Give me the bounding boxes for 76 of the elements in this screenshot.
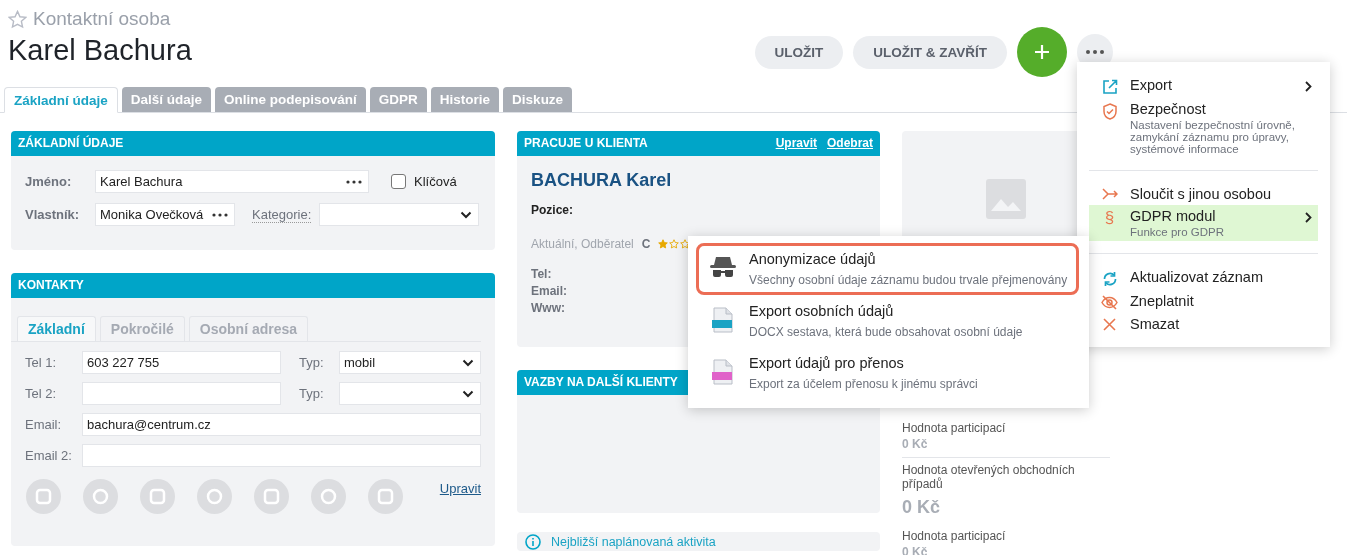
- menu-item[interactable]: Export: [1089, 74, 1318, 98]
- section-sign-icon: §: [1104, 210, 1115, 226]
- client-status: Aktuální, Odběratel: [531, 237, 634, 251]
- info-icon: [525, 534, 541, 550]
- owner-field[interactable]: Monika Ovečková: [95, 203, 235, 226]
- field-label: Typ:: [299, 355, 325, 370]
- value-label: Hodnota participací: [902, 529, 1007, 543]
- phone-field[interactable]: 603 227 755: [82, 351, 281, 374]
- email-field[interactable]: [82, 444, 481, 467]
- type-select[interactable]: mobil: [339, 351, 481, 374]
- chevron-down-icon: [462, 389, 474, 398]
- menu-item[interactable]: § GDPR modul Funkce pro GDPR: [1089, 205, 1318, 241]
- field-label: Tel:: [531, 267, 552, 281]
- name-field[interactable]: Karel Bachura: [95, 170, 369, 193]
- more-icon[interactable]: [346, 179, 362, 184]
- chevron-down-icon: [460, 210, 473, 219]
- save-button[interactable]: ULOŽIT: [754, 35, 844, 69]
- edit-link[interactable]: Upravit: [439, 481, 481, 496]
- social-icon[interactable]: [83, 479, 118, 514]
- client-category: C: [641, 237, 651, 251]
- field-label: Pozice:: [531, 203, 574, 217]
- field-label: Email 2:: [25, 448, 73, 463]
- social-icon[interactable]: [254, 479, 289, 514]
- value-label: Hodnota otevřených obchodních případů: [902, 463, 1076, 491]
- chevron-down-icon: [462, 358, 474, 367]
- incognito-icon: [709, 255, 737, 279]
- field-label: Jméno:: [25, 174, 73, 189]
- shield-icon: [1101, 103, 1118, 120]
- social-icon[interactable]: [140, 479, 175, 514]
- value-amount: 0 Kč: [902, 437, 929, 451]
- value-amount: 0 Kč: [902, 497, 942, 518]
- plus-icon: [1034, 44, 1050, 60]
- category-select[interactable]: [319, 203, 480, 226]
- page-title: Karel Bachura: [8, 34, 192, 67]
- add-button[interactable]: [1017, 27, 1067, 77]
- email-field[interactable]: bachura@centrum.cz: [82, 413, 481, 436]
- refresh-icon: [1101, 271, 1118, 287]
- menu-item[interactable]: Anonymizace údajů Všechny osobní údaje záznamu budou trvale přejmenovány: [696, 243, 1079, 295]
- social-icon[interactable]: [197, 479, 232, 514]
- doc-file-icon: [712, 307, 734, 333]
- eye-off-icon: [1101, 295, 1118, 310]
- field-label: Kategorie:: [252, 206, 312, 223]
- phone-field[interactable]: [82, 382, 281, 405]
- card-title: PRACUJE U KLIENTA: [524, 135, 648, 152]
- close-icon: [1103, 318, 1116, 331]
- field-label: Vlastník:: [25, 207, 81, 222]
- checkbox[interactable]: [391, 174, 406, 189]
- checkbox-label: Klíčová: [414, 174, 457, 189]
- social-icon[interactable]: [26, 479, 61, 514]
- menu-item[interactable]: Sloučit s jinou osobou: [1089, 183, 1318, 205]
- field-label: Typ:: [299, 386, 325, 401]
- field-label: Tel 1:: [25, 355, 58, 370]
- type-select[interactable]: [339, 382, 481, 405]
- favorite-star-icon[interactable]: [8, 9, 27, 29]
- menu-item[interactable]: Smazat: [1089, 313, 1318, 335]
- field-label: Email:: [25, 417, 63, 432]
- more-icon: [1085, 49, 1105, 55]
- save-button[interactable]: ULOŽIT & ZAVŘÍT: [853, 35, 1007, 69]
- card-header: KONTAKTY: [11, 273, 495, 298]
- json-file-icon: [712, 359, 734, 385]
- more-icon[interactable]: [212, 212, 228, 217]
- field-label: Tel 2:: [25, 386, 58, 401]
- menu-item[interactable]: Export osobních údajů DOCX sestava, která bude obsahovat osobní údaje: [696, 295, 1079, 347]
- menu-item[interactable]: Zneplatnit: [1089, 290, 1318, 313]
- merge-icon: [1101, 188, 1118, 200]
- field-label: Email:: [531, 284, 567, 298]
- menu-item[interactable]: Bezpečnost Nastavení bezpečnostní úrovně, zamykání záznamu pro úpravy, systémové informace: [1089, 98, 1318, 158]
- social-icon[interactable]: [311, 479, 346, 514]
- value-label: Hodnota participací: [902, 421, 1007, 435]
- export-icon: [1101, 79, 1118, 95]
- client-name[interactable]: BACHURA Karel: [531, 170, 866, 191]
- record-type: Kontaktní osoba: [33, 8, 171, 30]
- field-label: Www:: [531, 301, 565, 315]
- card-header: ZÁKLADNÍ ÚDAJE: [11, 131, 495, 156]
- menu-item[interactable]: Aktualizovat záznam: [1089, 266, 1318, 290]
- social-icon[interactable]: [368, 479, 403, 514]
